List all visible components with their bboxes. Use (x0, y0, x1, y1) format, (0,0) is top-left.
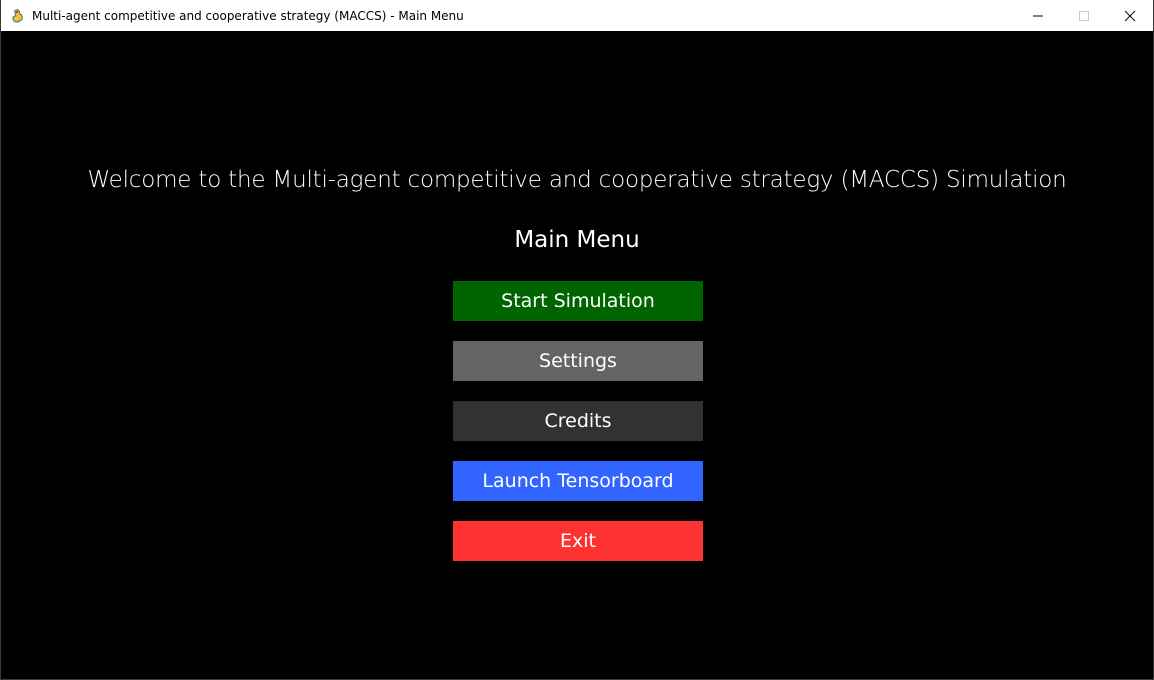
main-menu-screen: Welcome to the Multi-agent competitive a… (1, 31, 1153, 679)
close-icon (1124, 10, 1136, 21)
welcome-heading: Welcome to the Multi-agent competitive a… (87, 167, 1067, 193)
start-simulation-button[interactable]: Start Simulation (453, 281, 703, 321)
minimize-button[interactable] (1015, 0, 1061, 31)
credits-button[interactable]: Credits (453, 401, 703, 441)
menu-title: Main Menu (514, 227, 640, 253)
title-bar[interactable]: Multi-agent competitive and cooperative … (1, 0, 1153, 31)
maximize-button[interactable] (1061, 0, 1107, 31)
pygame-app-icon (10, 8, 26, 24)
exit-button[interactable]: Exit (453, 521, 703, 561)
close-button[interactable] (1107, 0, 1153, 31)
maximize-icon (1079, 10, 1089, 21)
window-controls (1015, 0, 1153, 31)
app-window: Multi-agent competitive and cooperative … (0, 0, 1154, 680)
window-title: Multi-agent competitive and cooperative … (32, 8, 464, 23)
launch-tensorboard-button[interactable]: Launch Tensorboard (453, 461, 703, 501)
minimize-icon (1033, 15, 1043, 16)
settings-button[interactable]: Settings (453, 341, 703, 381)
